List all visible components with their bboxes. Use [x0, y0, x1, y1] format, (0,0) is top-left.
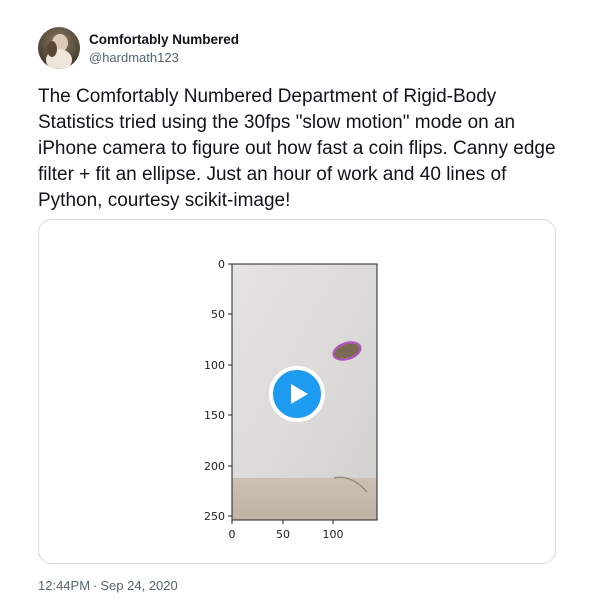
timestamp-separator: ·	[93, 578, 98, 593]
y-tick-label: 50	[211, 308, 225, 321]
tweet-header: Comfortably Numbered @hardmath123	[38, 26, 239, 70]
x-tick-label: 0	[229, 528, 236, 541]
x-tick-label: 100	[323, 528, 344, 541]
author-handle[interactable]: @hardmath123	[89, 49, 239, 66]
tweet-time: 12:44PM	[38, 578, 91, 593]
tweet-card: Comfortably Numbered @hardmath123 The Co…	[0, 0, 600, 613]
play-icon	[291, 384, 308, 404]
media-card[interactable]: 0 50 100 150 200 250 0 50 100	[38, 219, 556, 564]
tweet-text: The Comfortably Numbered Department of R…	[38, 86, 561, 211]
y-tick-label: 250	[204, 510, 225, 523]
play-button[interactable]	[269, 366, 325, 422]
y-tick-label: 100	[204, 359, 225, 372]
tweet-date: Sep 24, 2020	[100, 578, 178, 593]
y-tick-label: 150	[204, 409, 225, 422]
y-tick-label: 0	[218, 258, 225, 271]
tweet-timestamp[interactable]: 12:44PM · Sep 24, 2020	[38, 577, 178, 594]
author-display-name[interactable]: Comfortably Numbered	[89, 31, 239, 49]
x-tick-label: 50	[276, 528, 290, 541]
avatar-photo-icon	[38, 27, 80, 69]
avatar[interactable]	[38, 27, 80, 69]
y-tick-label: 200	[204, 460, 225, 473]
author-names: Comfortably Numbered @hardmath123	[89, 31, 239, 66]
